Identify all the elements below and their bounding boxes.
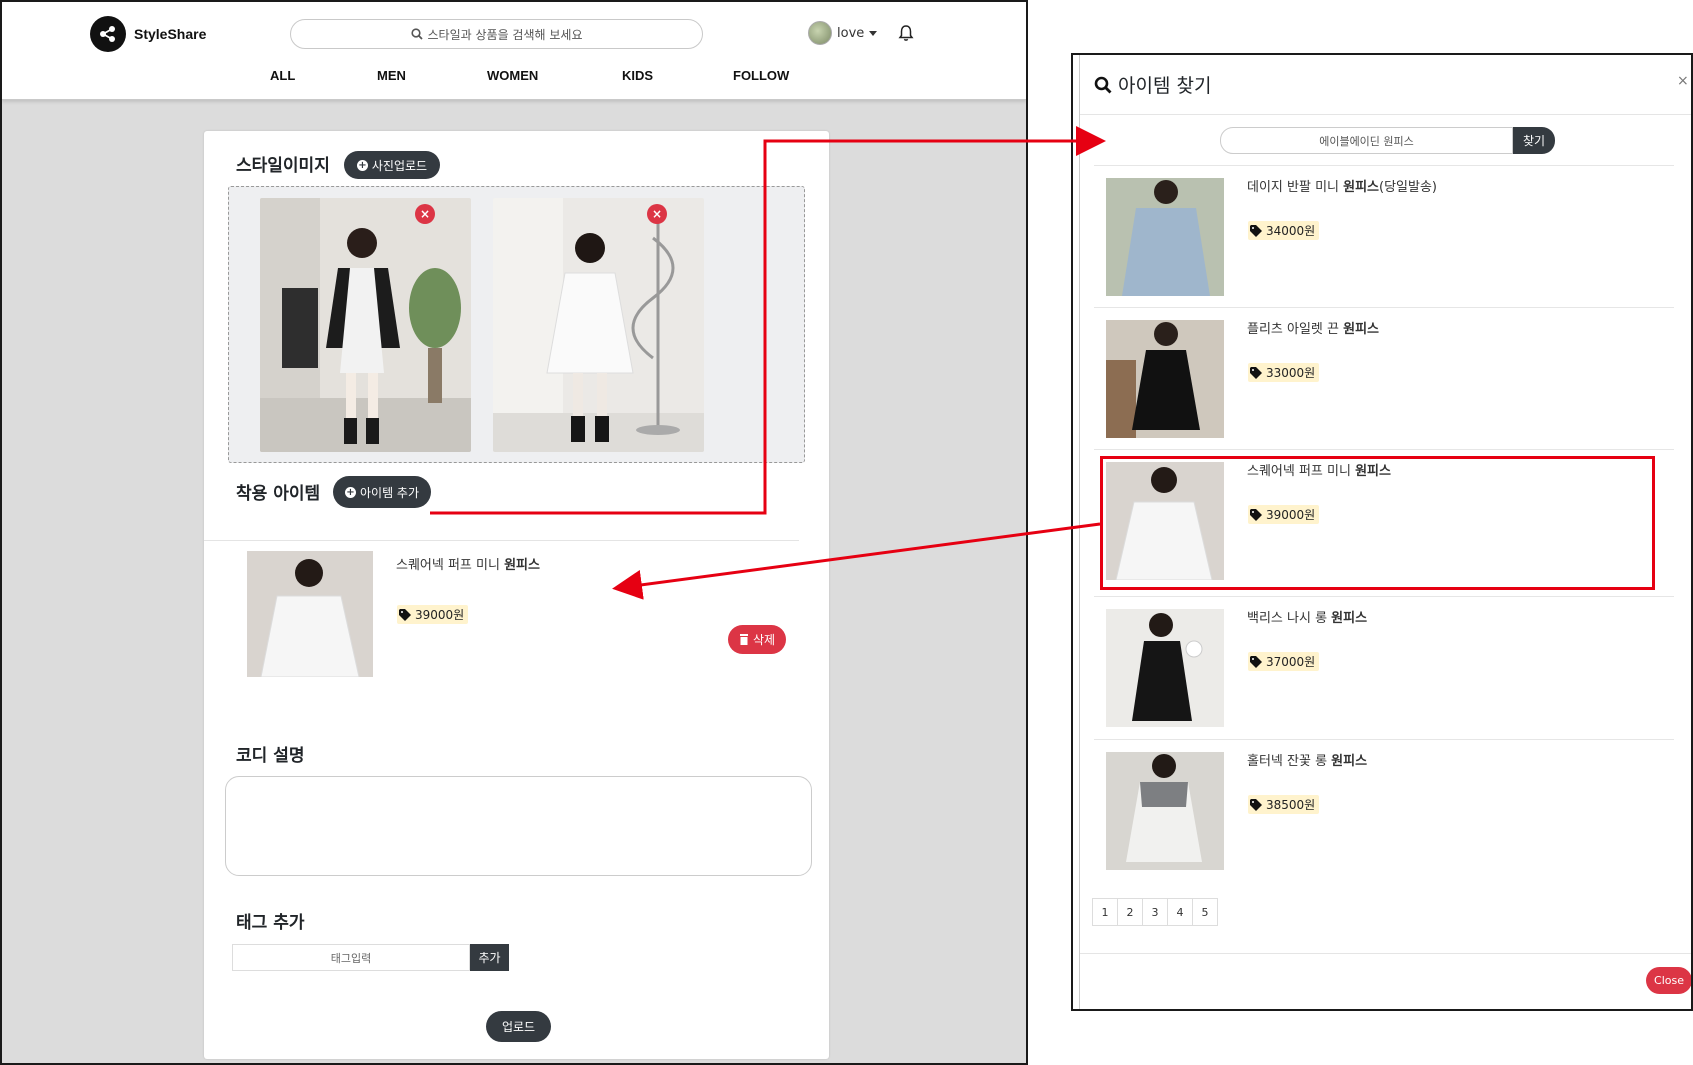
caret-down-icon — [869, 30, 878, 36]
brand-name: StyleShare — [134, 26, 207, 42]
search-input[interactable]: 스타일과 상품을 검색해 보세요 — [290, 19, 703, 49]
worn-item-price-badge: 39000원 — [397, 605, 469, 624]
price-badge: 38500원 — [1248, 795, 1320, 814]
tag-icon — [1250, 224, 1262, 237]
result-thumbnail — [1106, 752, 1224, 870]
nav-men[interactable]: MEN — [377, 68, 406, 83]
tag-icon — [1250, 508, 1262, 521]
photo-upload-label: 사진업로드 — [371, 158, 428, 173]
result-thumbnail — [1106, 609, 1224, 727]
nav-all[interactable]: ALL — [270, 68, 295, 83]
item-search-modal-window: 아이템 찾기 × 에이블에이딘 원피스 찾기 데이지 반팔 미니 원피스(당일발… — [1071, 53, 1693, 1011]
nav-kids[interactable]: KIDS — [622, 68, 653, 83]
result-thumbnail — [1106, 178, 1224, 296]
price-badge: 33000원 — [1248, 363, 1320, 382]
tag-input[interactable]: 태그입력 — [232, 944, 470, 971]
remove-photo-2-icon[interactable]: × — [647, 204, 667, 224]
search-placeholder: 스타일과 상품을 검색해 보세요 — [427, 27, 583, 42]
search-icon — [1094, 76, 1112, 93]
result-thumbnail — [1106, 320, 1224, 438]
result-item[interactable]: 스퀘어넥 퍼프 미니 원피스 39000원 — [1094, 449, 1674, 591]
result-name: 백리스 나시 롱 원피스 — [1247, 611, 1368, 626]
user-name: love — [837, 25, 865, 41]
divider — [1080, 114, 1691, 115]
result-name: 플리츠 아일렛 끈 원피스 — [1247, 322, 1380, 337]
result-item[interactable]: 홀터넥 잔꽃 롱 원피스 38500원 — [1094, 739, 1674, 881]
page-link[interactable]: 1 — [1092, 898, 1118, 926]
page-link[interactable]: 4 — [1167, 898, 1193, 926]
bell-icon[interactable] — [898, 24, 914, 46]
worn-item-name: 스퀘어넥 퍼프 미니 원피스 — [396, 558, 540, 573]
result-item[interactable]: 백리스 나시 롱 원피스 37000원 — [1094, 596, 1674, 738]
pagination: 1 2 3 4 5 — [1092, 898, 1218, 926]
close-icon[interactable]: × — [1677, 73, 1689, 89]
upload-form-card: 스타일이미지 + 사진업로드 × × 착용 아이템 + 아이템 추가 스퀘어넥 … — [204, 131, 829, 1059]
remove-photo-1-icon[interactable]: × — [415, 204, 435, 224]
top-navbar: StyleShare 스타일과 상품을 검색해 보세요 love ALL MEN… — [2, 2, 1026, 100]
item-search-modal: 아이템 찾기 × 에이블에이딘 원피스 찾기 데이지 반팔 미니 원피스(당일발… — [1079, 55, 1691, 1009]
tag-icon — [1250, 655, 1262, 668]
plus-circle-icon: + — [344, 486, 356, 498]
plus-circle-icon: + — [356, 159, 368, 171]
result-item[interactable]: 데이지 반팔 미니 원피스(당일발송) 34000원 — [1094, 165, 1674, 307]
worn-item-thumbnail — [247, 551, 373, 677]
style-photo-2 — [493, 198, 704, 452]
tags-title: 태그 추가 — [236, 913, 305, 933]
divider — [1080, 953, 1691, 954]
page-link[interactable]: 5 — [1192, 898, 1218, 926]
tag-icon — [1250, 366, 1262, 379]
result-name: 데이지 반팔 미니 원피스(당일발송) — [1247, 180, 1437, 195]
tag-icon — [1250, 798, 1262, 811]
result-thumbnail — [1106, 462, 1224, 580]
photo-upload-button[interactable]: + 사진업로드 — [344, 151, 440, 179]
upload-button[interactable]: 업로드 — [486, 1011, 551, 1042]
price-badge: 39000원 — [1248, 505, 1320, 524]
trash-icon — [739, 634, 748, 645]
modal-search-button[interactable]: 찾기 — [1513, 127, 1555, 154]
search-icon — [410, 28, 423, 40]
result-name: 스퀘어넥 퍼프 미니 원피스 — [1247, 464, 1391, 479]
price-badge: 34000원 — [1248, 221, 1320, 240]
photo-dropzone[interactable]: × × — [228, 186, 805, 463]
close-button[interactable]: Close — [1646, 967, 1691, 994]
description-textarea[interactable] — [225, 776, 812, 876]
upload-page-window: StyleShare 스타일과 상품을 검색해 보세요 love ALL MEN… — [0, 0, 1028, 1065]
delete-item-button[interactable]: 삭제 — [728, 625, 786, 654]
result-item[interactable]: 플리츠 아일렛 끈 원피스 33000원 — [1094, 307, 1674, 449]
modal-search-input[interactable]: 에이블에이딘 원피스 — [1220, 127, 1513, 154]
style-image-title: 스타일이미지 — [236, 156, 330, 176]
page-link[interactable]: 2 — [1117, 898, 1143, 926]
category-nav: ALL MEN WOMEN KIDS FOLLOW — [2, 68, 1026, 88]
add-item-button[interactable]: + 아이템 추가 — [333, 476, 431, 508]
tag-add-button[interactable]: 추가 — [470, 944, 509, 971]
modal-title: 아이템 찾기 — [1094, 71, 1211, 98]
brand[interactable]: StyleShare — [90, 16, 206, 52]
page-link[interactable]: 3 — [1142, 898, 1168, 926]
add-item-label: 아이템 추가 — [359, 485, 419, 500]
tag-icon — [399, 608, 411, 621]
user-menu[interactable]: love — [808, 21, 878, 45]
worn-items-title: 착용 아이템 — [236, 484, 321, 504]
divider — [204, 540, 799, 541]
description-title: 코디 설명 — [236, 746, 305, 766]
nav-follow[interactable]: FOLLOW — [733, 68, 789, 83]
avatar — [808, 21, 832, 45]
style-photo-1 — [260, 198, 471, 452]
result-name: 홀터넥 잔꽃 롱 원피스 — [1247, 754, 1368, 769]
share-icon — [90, 16, 126, 52]
price-badge: 37000원 — [1248, 652, 1320, 671]
nav-women[interactable]: WOMEN — [487, 68, 538, 83]
